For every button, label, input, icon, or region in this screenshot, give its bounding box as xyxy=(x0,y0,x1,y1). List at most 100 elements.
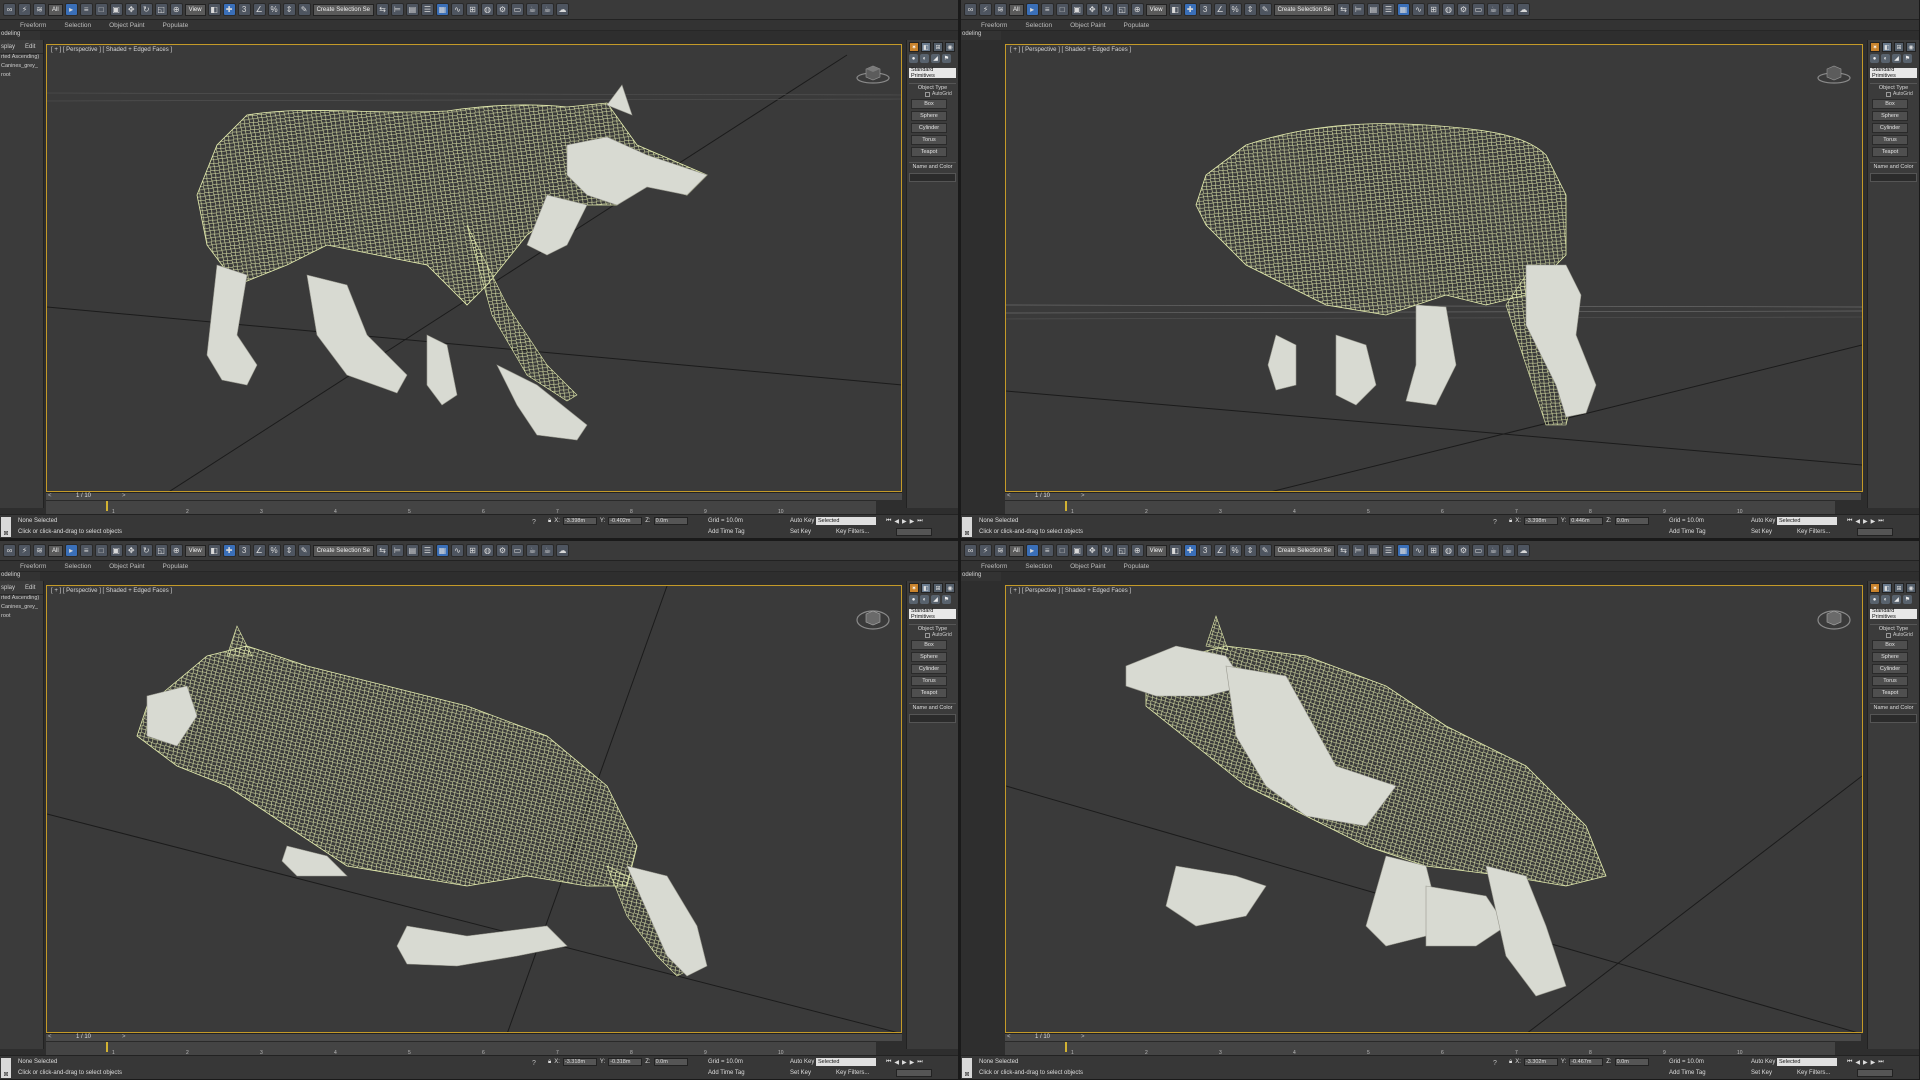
y-coordinate-field[interactable]: -0.402m xyxy=(608,517,643,525)
create-tab-icon[interactable]: ✶ xyxy=(1870,583,1880,593)
name-color-rollout[interactable]: Name and Color xyxy=(1870,703,1917,711)
rectangular-selection-icon[interactable]: □ xyxy=(94,544,108,557)
name-color-rollout[interactable]: Name and Color xyxy=(909,703,956,711)
ribbon-tab-populate[interactable]: Populate xyxy=(163,563,189,570)
pivot-center-icon[interactable]: ◧ xyxy=(207,3,221,16)
modify-tab-icon[interactable]: ◧ xyxy=(921,583,931,593)
window-crossing-icon[interactable]: ▣ xyxy=(1070,544,1084,557)
motion-tab-icon[interactable]: ◉ xyxy=(945,583,955,593)
perspective-viewport[interactable]: [ + ] [ Perspective ] [ Shaded + Edged F… xyxy=(1005,585,1863,1033)
angle-snap-icon[interactable]: ∠ xyxy=(252,3,266,16)
geometry-icon[interactable]: ● xyxy=(1870,595,1879,604)
render-icon[interactable]: ☕ xyxy=(525,544,539,557)
render-online-icon[interactable]: ☁ xyxy=(555,3,569,16)
help-icon[interactable]: ? xyxy=(1493,1060,1497,1067)
lights-icon[interactable]: ◢ xyxy=(1892,54,1901,63)
modify-tab-icon[interactable]: ◧ xyxy=(1882,583,1892,593)
box-button[interactable]: Box xyxy=(911,640,947,650)
keyframe-marker[interactable] xyxy=(1065,501,1067,511)
mirror-icon[interactable]: ⇆ xyxy=(1336,544,1350,557)
create-tab-icon[interactable]: ✶ xyxy=(909,583,919,593)
align-icon[interactable]: ⊨ xyxy=(390,544,404,557)
ribbon-mode-label[interactable]: odeling xyxy=(0,31,40,40)
torus-button[interactable]: Torus xyxy=(911,135,947,145)
ribbon-tab-selection[interactable]: Selection xyxy=(64,563,91,570)
ribbon-tab-freeform[interactable]: Freeform xyxy=(20,563,46,570)
current-frame-field[interactable] xyxy=(1857,1069,1893,1077)
cameras-icon[interactable]: ⚑ xyxy=(942,54,951,63)
rectangular-selection-icon[interactable]: □ xyxy=(1055,544,1069,557)
place-icon[interactable]: ⊕ xyxy=(169,544,183,557)
primitive-type-dropdown[interactable]: Standard Primitives xyxy=(909,67,956,79)
x-coordinate-field[interactable]: -3.318m xyxy=(562,1058,597,1066)
place-icon[interactable]: ⊕ xyxy=(1130,3,1144,16)
x-coordinate-field[interactable]: -3.302m xyxy=(1523,1058,1558,1066)
go-to-end-icon[interactable]: ⏭ xyxy=(917,518,922,525)
spinner-snap-icon[interactable]: ⇕ xyxy=(282,3,296,16)
z-coordinate-field[interactable]: 0.0m xyxy=(1614,1058,1649,1066)
selection-filter-dropdown[interactable]: All xyxy=(1009,3,1024,16)
select-manipulate-icon[interactable]: ✚ xyxy=(222,544,236,557)
render-setup-icon[interactable]: ⚙ xyxy=(1456,544,1470,557)
primitive-type-dropdown[interactable]: Standard Primitives xyxy=(909,608,956,620)
layer-icon[interactable]: ▤ xyxy=(405,544,419,557)
explorer-item-root[interactable]: root xyxy=(0,613,43,622)
select-object-icon[interactable]: ▸ xyxy=(1025,544,1039,557)
rendered-frame-icon[interactable]: ▭ xyxy=(510,544,524,557)
auto-key-button[interactable]: Auto Key xyxy=(790,518,814,524)
track-bar[interactable]: 1 2 3 4 5 6 7 8 9 10 xyxy=(46,500,876,515)
next-frame-icon[interactable]: ▶ xyxy=(910,518,915,525)
ribbon-tab-object-paint[interactable]: Object Paint xyxy=(109,22,144,29)
spinner-snap-icon[interactable]: ⇕ xyxy=(1243,544,1257,557)
window-crossing-icon[interactable]: ▣ xyxy=(109,3,123,16)
unlink-icon[interactable]: ⚡ xyxy=(18,544,31,557)
selection-filter-dropdown[interactable]: All xyxy=(48,3,63,16)
key-mode-dropdown[interactable]: Selected xyxy=(816,1058,876,1066)
lock-selection-icon[interactable]: 🔒︎ xyxy=(1509,518,1512,525)
cameras-icon[interactable]: ⚑ xyxy=(1903,54,1912,63)
angle-snap-icon[interactable]: ∠ xyxy=(1213,544,1227,557)
snap-icon[interactable]: 3 xyxy=(237,3,251,16)
ribbon-mode-label[interactable]: odeling xyxy=(961,31,1001,40)
auto-key-button[interactable]: Auto Key xyxy=(1751,518,1775,524)
set-key-button[interactable]: Set Key xyxy=(1751,1070,1772,1076)
track-bar[interactable]: 1 2 3 4 5 6 7 8 9 10 xyxy=(1005,500,1835,515)
explorer-sort-header[interactable]: rted Ascending) xyxy=(0,595,43,604)
object-name-input[interactable] xyxy=(1870,714,1917,723)
hierarchy-tab-icon[interactable]: ⊞ xyxy=(933,583,943,593)
place-icon[interactable]: ⊕ xyxy=(1130,544,1144,557)
viewcube-icon[interactable] xyxy=(1816,604,1852,634)
render-iterative-icon[interactable]: ☕ xyxy=(1501,544,1515,557)
current-frame-field[interactable] xyxy=(896,1069,932,1077)
rendered-frame-icon[interactable]: ▭ xyxy=(1471,3,1485,16)
rotate-icon[interactable]: ↻ xyxy=(139,3,153,16)
time-slider[interactable]: < 1 / 10 > xyxy=(46,1033,902,1041)
motion-tab-icon[interactable]: ◉ xyxy=(1906,583,1916,593)
align-icon[interactable]: ⊨ xyxy=(390,3,404,16)
percent-snap-icon[interactable]: % xyxy=(267,544,281,557)
reference-coordinate-dropdown[interactable]: View xyxy=(1145,544,1167,557)
select-by-name-icon[interactable]: ≡ xyxy=(79,3,93,16)
scale-icon[interactable]: ◱ xyxy=(154,3,168,16)
angle-snap-icon[interactable]: ∠ xyxy=(1213,3,1227,16)
y-coordinate-field[interactable]: 0.446m xyxy=(1569,517,1604,525)
previous-frame-icon[interactable]: ◀ xyxy=(1855,518,1860,525)
rectangular-selection-icon[interactable]: □ xyxy=(1055,3,1069,16)
mirror-icon[interactable]: ⇆ xyxy=(375,544,389,557)
object-type-rollout[interactable]: Object Type xyxy=(1870,624,1917,632)
wolf-wireframe-model[interactable] xyxy=(1006,45,1862,492)
bind-space-warp-icon[interactable]: ≋ xyxy=(994,544,1007,557)
render-setup-icon[interactable]: ⚙ xyxy=(495,3,509,16)
prev-frame-icon[interactable]: < xyxy=(1007,1034,1011,1040)
render-icon[interactable]: ☕ xyxy=(1486,3,1500,16)
pivot-center-icon[interactable]: ◧ xyxy=(1168,544,1182,557)
geometry-icon[interactable]: ● xyxy=(909,595,918,604)
key-mode-dropdown[interactable]: Selected xyxy=(1777,517,1837,525)
cylinder-button[interactable]: Cylinder xyxy=(1872,664,1908,674)
schematic-view-icon[interactable]: ⊞ xyxy=(465,3,479,16)
render-iterative-icon[interactable]: ☕ xyxy=(540,3,554,16)
shapes-icon[interactable]: ◐ xyxy=(920,54,929,63)
x-coordinate-field[interactable]: -3.398m xyxy=(562,517,597,525)
box-button[interactable]: Box xyxy=(911,99,947,109)
keyframe-marker[interactable] xyxy=(106,501,108,511)
